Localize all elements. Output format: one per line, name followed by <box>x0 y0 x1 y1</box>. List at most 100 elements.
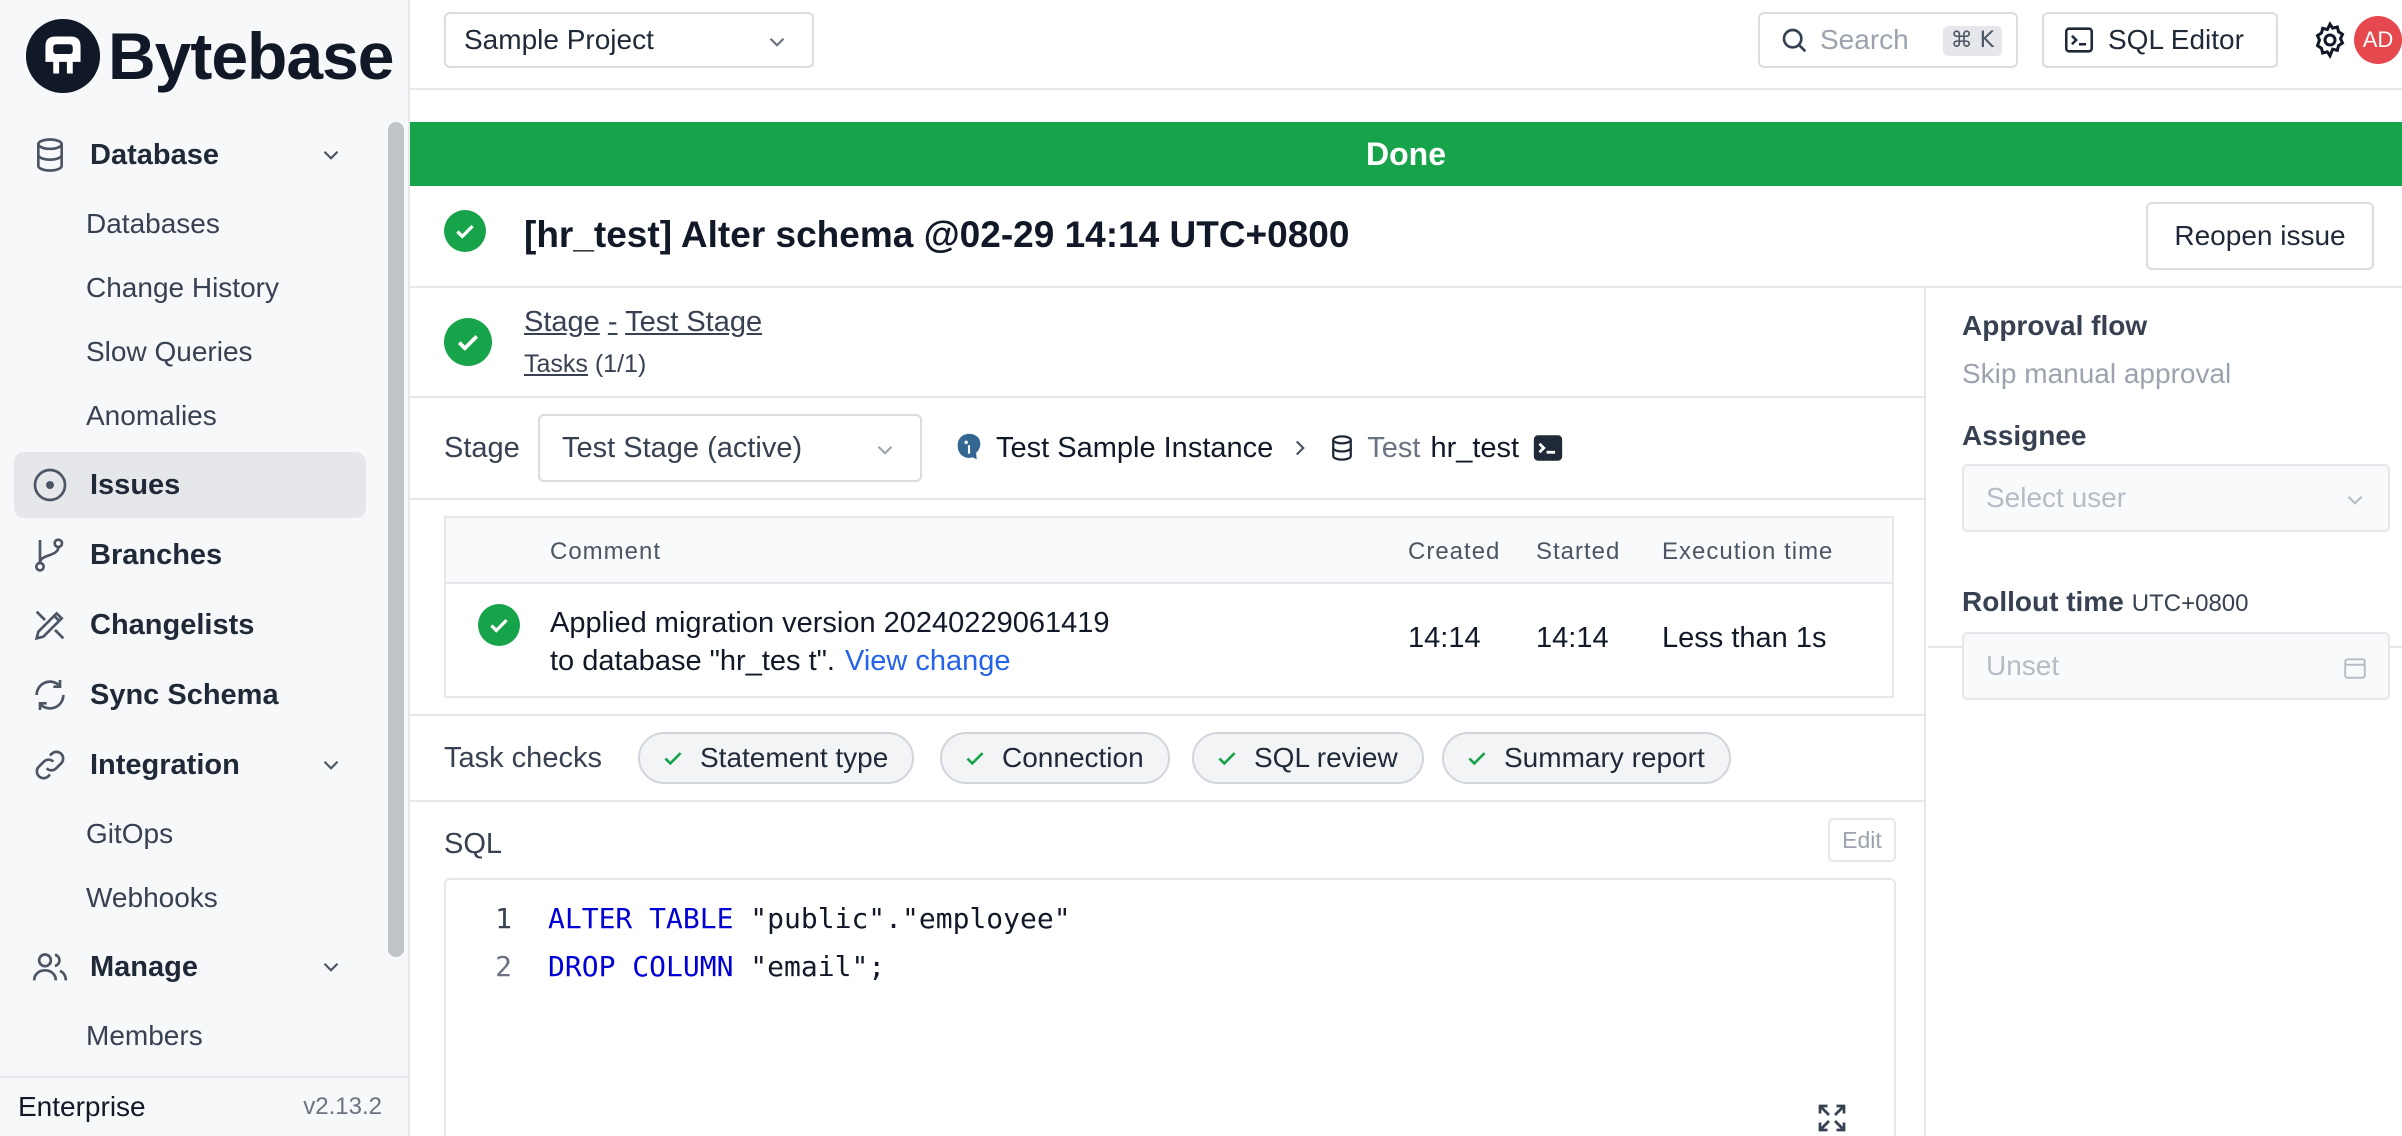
check-chip-statement-type[interactable]: Statement type <box>638 732 915 784</box>
target-breadcrumb: Test Sample Instance Test hr_test <box>952 428 1565 468</box>
rollout-time-picker[interactable]: Unset <box>1962 632 2390 700</box>
check-chip-sql-review[interactable]: SQL review <box>1192 732 1424 784</box>
sql-rest: "email"; <box>733 949 886 983</box>
chevron-down-icon <box>323 760 339 770</box>
issue-detail: Done [hr_test] Alter schema @02-29 14:14… <box>410 90 2402 1136</box>
tasks-summary: Tasks (1/1) <box>524 350 646 379</box>
sql-keyword: DROP COLUMN <box>548 949 734 983</box>
sidebar-scrollbar[interactable] <box>388 122 404 957</box>
task-checks-label: Task checks <box>444 742 602 774</box>
sidebar-item-branches[interactable]: Branches <box>14 522 366 588</box>
sidebar-item-manage[interactable]: Manage <box>14 934 366 1000</box>
check-icon <box>664 752 682 766</box>
task-run-table: Comment Created Started Execution time A… <box>444 516 1894 698</box>
sql-section-label: SQL <box>444 828 503 860</box>
logo[interactable]: Bytebase <box>24 16 394 96</box>
sidebar-subitem-gitops[interactable]: GitOps <box>0 802 380 866</box>
chevron-down-icon <box>769 37 785 47</box>
gear-icon[interactable] <box>2310 20 2350 60</box>
stage-field-label: Stage <box>444 432 520 464</box>
calendar-icon <box>2344 658 2366 679</box>
sql-editor[interactable]: 1 ALTER TABLE "public"."employee" 2 DROP… <box>444 878 1896 1136</box>
project-select[interactable]: Sample Project <box>444 12 814 68</box>
issue-main-panel: Stage - Test Stage Tasks (1/1) Stage Tes… <box>410 288 1926 1136</box>
stage-header: Stage - Test Stage Tasks (1/1) <box>410 288 1926 398</box>
run-created: 14:14 <box>1408 622 1481 654</box>
chevron-right-icon <box>1296 440 1306 456</box>
assignee-select[interactable]: Select user <box>1962 464 2390 532</box>
reopen-issue-button[interactable]: Reopen issue <box>2146 202 2374 270</box>
code-line: 1 ALTER TABLE "public"."employee" <box>446 894 1071 942</box>
column-execution-time: Execution time <box>1662 538 1834 565</box>
sidebar-subitem-anomalies[interactable]: Anomalies <box>0 384 380 448</box>
expand-icon[interactable] <box>1814 1100 1850 1136</box>
check-chip-connection[interactable]: Connection <box>940 732 1170 784</box>
sidebar-footer: Enterprise v2.13.2 <box>0 1076 408 1136</box>
check-chip-label: SQL review <box>1254 742 1398 773</box>
line-number: 1 <box>495 901 512 935</box>
line-number: 2 <box>495 949 512 983</box>
chevron-down-icon <box>2347 495 2363 505</box>
check-chip-label: Connection <box>1002 742 1144 773</box>
sidebar-nav: Database Databases Change History Slow Q… <box>0 118 380 1073</box>
status-banner: Done <box>410 122 2402 186</box>
rollout-time-text: Rollout time <box>1962 586 2124 617</box>
issue-header: [hr_test] Alter schema @02-29 14:14 UTC+… <box>410 186 2402 288</box>
edit-sql-button[interactable]: Edit <box>1828 818 1896 862</box>
sidebar-subitem-change-history[interactable]: Change History <box>0 256 380 320</box>
sidebar-item-label: Database <box>90 138 219 171</box>
search-placeholder: Search <box>1820 24 1909 55</box>
sidebar-item-label: Integration <box>90 748 240 781</box>
view-change-link[interactable]: View change <box>845 645 1011 677</box>
column-comment: Comment <box>550 538 662 565</box>
sql-editor-button[interactable]: SQL Editor <box>2042 12 2278 68</box>
stage-selector-row: Stage Test Stage (active) Test Sample In… <box>410 398 1926 500</box>
chevron-down-icon <box>323 962 339 972</box>
sidebar-subitem-webhooks[interactable]: Webhooks <box>0 866 380 930</box>
avatar[interactable]: AD <box>2354 16 2402 64</box>
sidebar-item-integration[interactable]: Integration <box>14 732 366 798</box>
stage-link[interactable]: Stage - Test Stage <box>524 306 762 339</box>
approval-flow-value: Skip manual approval <box>1962 358 2232 389</box>
database-name[interactable]: hr_test <box>1430 432 1519 465</box>
search-input[interactable]: Search ⌘ K <box>1758 12 2018 68</box>
sidebar-item-label: Branches <box>90 538 223 571</box>
sidebar-item-sync-schema[interactable]: Sync Schema <box>14 662 366 728</box>
sidebar-item-changelists[interactable]: Changelists <box>14 592 366 658</box>
column-created: Created <box>1408 538 1501 565</box>
check-icon <box>1468 752 1486 766</box>
rollout-time-label: Rollout time UTC+0800 <box>1962 586 2249 618</box>
plan-label[interactable]: Enterprise <box>18 1091 146 1123</box>
sql-rest: "public"."employee" <box>733 901 1071 935</box>
run-execution-time: Less than 1s <box>1662 622 1827 654</box>
sidebar-subitem-databases[interactable]: Databases <box>0 192 380 256</box>
sql-editor-shortcut-icon[interactable] <box>1531 431 1565 465</box>
users-icon <box>30 947 70 987</box>
approval-flow-label: Approval flow <box>1962 310 2148 341</box>
sidebar-item-issues[interactable]: Issues <box>14 452 366 518</box>
sidebar-subitem-members[interactable]: Members <box>0 1004 380 1068</box>
tasks-count: (1/1) <box>594 350 647 378</box>
database-icon <box>1332 435 1353 461</box>
version-label: v2.13.2 <box>303 1093 382 1120</box>
sql-keyword: ALTER TABLE <box>548 901 734 935</box>
page-title: [hr_test] Alter schema @02-29 14:14 UTC+… <box>524 214 1350 255</box>
database-icon <box>30 135 70 175</box>
brand-name: Bytebase <box>108 19 394 93</box>
environment-name: Test <box>1367 431 1421 464</box>
link-icon <box>30 745 70 785</box>
changelist-icon <box>30 605 70 645</box>
check-chip-summary-report[interactable]: Summary report <box>1442 732 1731 784</box>
tasks-link[interactable]: Tasks <box>524 350 588 378</box>
sidebar-subitem-slow-queries[interactable]: Slow Queries <box>0 320 380 384</box>
branch-icon <box>30 535 70 575</box>
check-icon <box>966 752 984 766</box>
stage-select[interactable]: Test Stage (active) <box>538 414 922 482</box>
instance-name[interactable]: Test Sample Instance <box>996 432 1273 465</box>
sql-editor-label: SQL Editor <box>2108 24 2244 55</box>
terminal-icon <box>2064 27 2094 53</box>
code-text: ALTER TABLE "public"."employee" <box>548 902 1071 935</box>
sidebar-item-database[interactable]: Database <box>14 122 366 188</box>
stage-link-name: Test Stage <box>625 306 763 338</box>
column-started: Started <box>1536 538 1621 565</box>
